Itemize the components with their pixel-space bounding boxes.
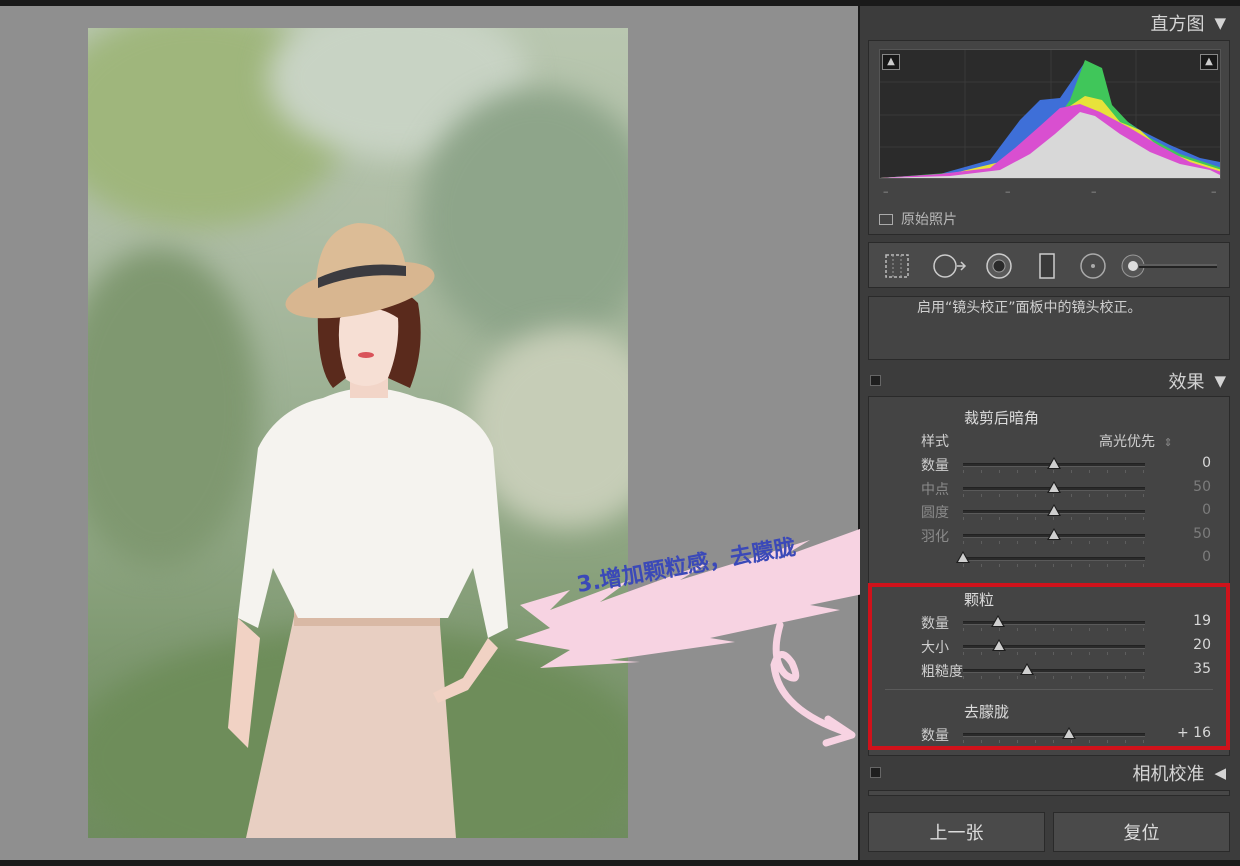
panel-toggle-switch[interactable] xyxy=(870,767,881,778)
panel-end-bar xyxy=(868,790,1230,796)
histogram-graph: ▲ ▲ xyxy=(879,49,1221,179)
triangle-left-icon[interactable]: ◀ xyxy=(1214,764,1226,782)
slider-track[interactable] xyxy=(963,504,1145,520)
shadow-clipping-toggle[interactable]: ▲ xyxy=(882,54,900,70)
slider-track[interactable] xyxy=(956,551,1145,567)
previous-button[interactable]: 上一张 xyxy=(868,812,1045,852)
histogram-header[interactable]: 直方图 ▼ xyxy=(868,8,1232,38)
slider-ticks xyxy=(963,564,1145,567)
radial-filter-tool-icon[interactable] xyxy=(1079,252,1107,280)
slider-label: 圆度 xyxy=(921,505,949,521)
triangle-down-icon[interactable]: ▼ xyxy=(1214,372,1226,390)
slider-value: 0 xyxy=(1202,502,1211,518)
histogram-tick: – xyxy=(1005,185,1011,198)
reset-button[interactable]: 复位 xyxy=(1053,812,1230,852)
photo-preview[interactable] xyxy=(88,28,628,838)
red-eye-tool-icon[interactable] xyxy=(985,252,1013,280)
slider-thumb[interactable] xyxy=(1047,527,1061,540)
slider-track[interactable] xyxy=(963,480,1145,497)
slider-ticks xyxy=(963,470,1145,473)
slider-value: 50 xyxy=(1193,525,1211,542)
histogram-chart xyxy=(880,50,1220,178)
lens-correction-note: 启用“镜头校正”面板中的镜头校正。 xyxy=(868,296,1230,360)
slider-ticks xyxy=(963,540,1145,544)
slider-value: 0 xyxy=(1202,549,1211,565)
spot-removal-tool-icon[interactable] xyxy=(931,252,967,280)
lens-note-text: 启用“镜头校正”面板中的镜头校正。 xyxy=(917,300,1142,316)
histogram-panel: ▲ ▲ – – – – 原始照片 xyxy=(868,40,1230,235)
image-canvas xyxy=(0,6,858,860)
original-photo-toggle[interactable]: 原始照片 xyxy=(879,209,957,229)
slider-thumb[interactable] xyxy=(1047,480,1061,493)
highlight-clipping-toggle[interactable]: ▲ xyxy=(1200,54,1218,70)
post-crop-vignette-title: 裁剪后暗角 xyxy=(964,409,1040,427)
bottom-button-bar: 上一张 复位 xyxy=(868,812,1230,852)
histogram-tick: – xyxy=(1211,185,1217,198)
histogram-tick: – xyxy=(883,185,889,198)
vignette-style-select[interactable]: 高光优先 ⇕ xyxy=(1099,431,1173,451)
histogram-title: 直方图 xyxy=(1150,14,1205,35)
vignette-style-value: 高光优先 xyxy=(1099,434,1155,450)
triangle-down-icon[interactable]: ▼ xyxy=(1214,14,1226,32)
slider-label: 中点 xyxy=(921,481,949,498)
slider-value: 50 xyxy=(1193,478,1211,495)
slider-thumb[interactable] xyxy=(1047,457,1061,469)
camera-calibration-title: 相机校准 xyxy=(1132,764,1205,785)
adjustment-brush-tool-icon[interactable] xyxy=(1121,252,1221,280)
graduated-filter-tool-icon[interactable] xyxy=(1033,252,1061,280)
slider-label: 羽化 xyxy=(921,528,949,545)
portrait-subject xyxy=(228,223,508,838)
tool-strip xyxy=(868,242,1230,288)
slider-track[interactable] xyxy=(963,457,1145,473)
select-arrows-icon: ⇕ xyxy=(1163,436,1173,449)
effects-title: 效果 xyxy=(1168,372,1205,393)
original-photo-label: 原始照片 xyxy=(901,212,957,228)
slider-thumb[interactable] xyxy=(1047,504,1061,516)
camera-calibration-header[interactable]: 相机校准 ◀ xyxy=(868,758,1232,788)
slider-ticks xyxy=(963,493,1145,497)
slider-label: 数量 xyxy=(921,458,949,474)
panel-toggle-switch[interactable] xyxy=(870,375,881,386)
slider-thumb[interactable] xyxy=(956,551,970,563)
slider-track[interactable] xyxy=(963,527,1145,544)
crop-overlay-tool-icon[interactable] xyxy=(883,252,911,280)
slider-ticks xyxy=(963,517,1145,520)
histogram-tick: – xyxy=(1091,185,1097,198)
checkbox[interactable] xyxy=(879,213,893,225)
annotation-arrow xyxy=(770,621,856,747)
vignette-style-label: 样式 xyxy=(921,434,949,450)
slider-value: 0 xyxy=(1202,455,1211,471)
highlight-box xyxy=(868,583,1230,750)
effects-header[interactable]: 效果 ▼ xyxy=(868,366,1232,396)
